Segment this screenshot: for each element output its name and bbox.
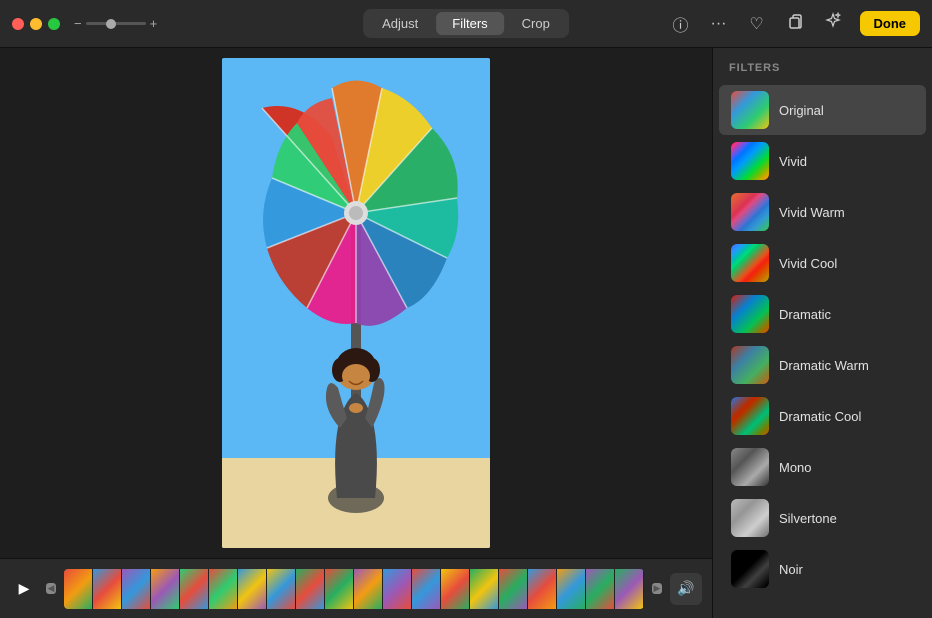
duplicate-icon[interactable] bbox=[784, 12, 806, 35]
filter-name-original: Original bbox=[779, 103, 824, 118]
filter-thumb-silvertone bbox=[731, 499, 769, 537]
timeline-frame bbox=[325, 569, 354, 609]
timeline-frame bbox=[441, 569, 470, 609]
tab-crop[interactable]: Crop bbox=[506, 12, 566, 35]
filter-name-vivid-cool: Vivid Cool bbox=[779, 256, 837, 271]
filter-item-noir[interactable]: Noir bbox=[719, 544, 926, 594]
maximize-button[interactable] bbox=[48, 18, 60, 30]
filter-item-dramatic-warm[interactable]: Dramatic Warm bbox=[719, 340, 926, 390]
filter-item-original[interactable]: Original bbox=[719, 85, 926, 135]
done-button[interactable]: Done bbox=[860, 11, 921, 36]
photo-area: ▶ ◀ bbox=[0, 48, 712, 618]
filter-item-mono[interactable]: Mono bbox=[719, 442, 926, 492]
filters-sidebar: FILTERS Original Vivid Vivid Warm Vivid … bbox=[712, 48, 932, 618]
timeline-frames bbox=[64, 569, 644, 609]
filter-item-dramatic[interactable]: Dramatic bbox=[719, 289, 926, 339]
filter-name-dramatic-cool: Dramatic Cool bbox=[779, 409, 861, 424]
filter-name-vivid: Vivid bbox=[779, 154, 807, 169]
filter-item-silvertone[interactable]: Silvertone bbox=[719, 493, 926, 543]
nav-tabs: Adjust Filters Crop bbox=[363, 9, 569, 38]
filter-item-dramatic-cool[interactable]: Dramatic Cool bbox=[719, 391, 926, 441]
filter-list: Original Vivid Vivid Warm Vivid Cool Dra… bbox=[713, 84, 932, 608]
filter-item-vivid-cool[interactable]: Vivid Cool bbox=[719, 238, 926, 288]
filter-thumb-noir bbox=[731, 550, 769, 588]
filter-thumb-mono bbox=[731, 448, 769, 486]
timeline-frame bbox=[180, 569, 209, 609]
more-icon[interactable]: ··· bbox=[708, 15, 730, 33]
titlebar: − + Adjust Filters Crop ⓘ ··· ♡ Done bbox=[0, 0, 932, 48]
favorite-icon[interactable]: ♡ bbox=[746, 14, 768, 34]
filter-name-vivid-warm: Vivid Warm bbox=[779, 205, 845, 220]
timeline-frame bbox=[615, 569, 644, 609]
traffic-lights bbox=[12, 18, 60, 30]
timeline-frame bbox=[354, 569, 383, 609]
timeline-frame bbox=[470, 569, 499, 609]
filter-name-dramatic-warm: Dramatic Warm bbox=[779, 358, 869, 373]
filter-name-mono: Mono bbox=[779, 460, 812, 475]
timeline-bar: ▶ ◀ bbox=[0, 558, 712, 618]
timeline-frame bbox=[122, 569, 151, 609]
main-content: ▶ ◀ bbox=[0, 48, 932, 618]
slider-thumb[interactable] bbox=[106, 19, 116, 29]
tab-filters[interactable]: Filters bbox=[436, 12, 503, 35]
timeline-frame bbox=[267, 569, 296, 609]
filter-thumb-vivid-cool bbox=[731, 244, 769, 282]
filter-thumb-dramatic-cool bbox=[731, 397, 769, 435]
volume-button[interactable]: 🔊 bbox=[670, 573, 702, 605]
info-icon[interactable]: ⓘ bbox=[670, 12, 692, 36]
timeline-frame bbox=[499, 569, 528, 609]
toolbar-icons: ⓘ ··· ♡ Done bbox=[670, 11, 921, 36]
timeline-frame bbox=[586, 569, 615, 609]
close-button[interactable] bbox=[12, 18, 24, 30]
timeline-frame bbox=[64, 569, 93, 609]
timeline-frame bbox=[93, 569, 122, 609]
timeline-strip[interactable] bbox=[64, 569, 644, 609]
timeline-frame bbox=[296, 569, 325, 609]
filter-thumb-dramatic bbox=[731, 295, 769, 333]
brightness-plus-icon: + bbox=[150, 16, 158, 31]
brightness-minus-icon: − bbox=[74, 16, 82, 31]
filter-name-noir: Noir bbox=[779, 562, 803, 577]
auto-enhance-icon[interactable] bbox=[822, 12, 844, 35]
timeline-frame bbox=[209, 569, 238, 609]
filter-item-vivid-warm[interactable]: Vivid Warm bbox=[719, 187, 926, 237]
timeline-frame bbox=[412, 569, 441, 609]
brightness-slider[interactable]: − + bbox=[74, 16, 157, 31]
timeline-frame bbox=[528, 569, 557, 609]
filter-thumb-vivid bbox=[731, 142, 769, 180]
filter-thumb-dramatic-warm bbox=[731, 346, 769, 384]
minimize-button[interactable] bbox=[30, 18, 42, 30]
timeline-frame bbox=[383, 569, 412, 609]
timeline-frame bbox=[151, 569, 180, 609]
timeline-frame bbox=[557, 569, 586, 609]
timeline-handle-left[interactable]: ◀ bbox=[46, 583, 56, 594]
filter-item-vivid[interactable]: Vivid bbox=[719, 136, 926, 186]
filter-name-dramatic: Dramatic bbox=[779, 307, 831, 322]
photo-container bbox=[0, 48, 712, 558]
timeline-frame bbox=[238, 569, 267, 609]
filter-name-silvertone: Silvertone bbox=[779, 511, 837, 526]
play-button[interactable]: ▶ bbox=[10, 575, 38, 603]
slider-track[interactable] bbox=[86, 22, 146, 25]
tab-adjust[interactable]: Adjust bbox=[366, 12, 434, 35]
photo-frame bbox=[222, 58, 490, 548]
filter-thumb-original bbox=[731, 91, 769, 129]
timeline-handle-right[interactable]: ▶ bbox=[652, 583, 662, 594]
filters-section-title: FILTERS bbox=[713, 62, 932, 84]
filter-thumb-vivid-warm bbox=[731, 193, 769, 231]
